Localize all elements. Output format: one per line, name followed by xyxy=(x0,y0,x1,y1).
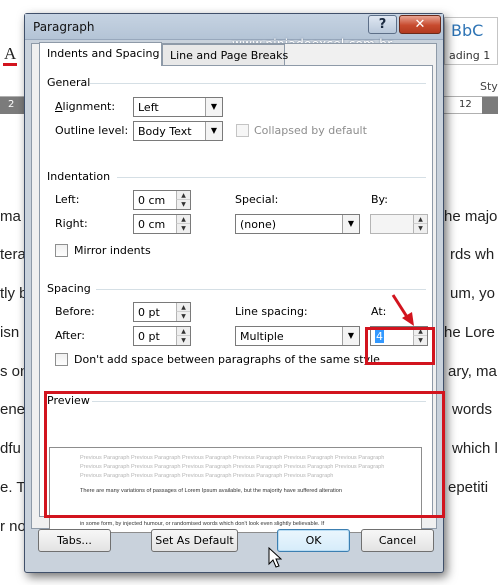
cancel-button[interactable]: Cancel xyxy=(361,529,434,552)
before-value: 0 pt xyxy=(138,306,160,319)
by-label: By: xyxy=(371,193,388,206)
style-name: ading 1 xyxy=(449,49,491,62)
spin-down-icon[interactable]: ▼ xyxy=(176,312,190,321)
collapsed-checkbox[interactable] xyxy=(236,124,249,137)
spin-down-icon[interactable]: ▼ xyxy=(176,200,190,209)
spin-down-icon[interactable]: ▼ xyxy=(176,336,190,345)
spin-up-icon[interactable]: ▲ xyxy=(176,215,190,224)
mouse-cursor-icon xyxy=(268,547,282,568)
chevron-down-icon[interactable]: ▼ xyxy=(205,98,222,116)
outline-level-dropdown[interactable]: Body Text ▼ xyxy=(133,121,223,141)
line-spacing-label: Line spacing: xyxy=(235,305,308,318)
before-stepper[interactable]: 0 pt ▲ ▼ xyxy=(133,302,191,322)
spin-up-icon[interactable]: ▲ xyxy=(176,327,190,336)
left-indent-value: 0 cm xyxy=(138,194,166,207)
style-sample: BbC xyxy=(451,21,484,40)
dont-add-space-checkbox[interactable] xyxy=(55,353,68,366)
doc-fragment: which l xyxy=(452,440,498,457)
indentation-separator xyxy=(117,177,426,178)
help-button[interactable]: ? xyxy=(368,15,397,34)
tabs-button[interactable]: Tabs... xyxy=(38,529,111,552)
doc-fragment: he majo xyxy=(444,208,498,225)
collapsed-label: Collapsed by default xyxy=(254,124,367,137)
spin-up-icon[interactable]: ▲ xyxy=(413,215,427,224)
spacing-section-label: Spacing xyxy=(47,282,91,295)
highlight-at-box xyxy=(365,327,435,365)
alignment-value: Left xyxy=(138,101,159,114)
styles-group-label: Styl xyxy=(480,80,498,93)
spin-up-icon[interactable]: ▲ xyxy=(176,303,190,312)
left-indent-stepper[interactable]: 0 cm ▲ ▼ xyxy=(133,190,191,210)
dialog-title: Paragraph xyxy=(33,20,95,34)
mirror-indents-label: Mirror indents xyxy=(74,244,151,257)
general-section-label: General xyxy=(47,76,91,89)
at-label: At: xyxy=(371,305,387,318)
doc-fragment: ma xyxy=(0,208,21,225)
cursor-shape xyxy=(268,547,282,568)
general-separator xyxy=(90,83,426,84)
chevron-down-icon[interactable]: ▼ xyxy=(205,122,222,140)
right-indent-label: Right: xyxy=(55,217,88,230)
close-button[interactable]: ✕ xyxy=(399,15,441,34)
after-value: 0 pt xyxy=(138,330,160,343)
doc-fragment: r no xyxy=(0,518,26,535)
alignment-dropdown[interactable]: Left ▼ xyxy=(133,97,223,117)
doc-fragment: ary, ma xyxy=(448,363,497,380)
by-stepper[interactable]: ▲ ▼ xyxy=(370,214,428,234)
doc-fragment: words xyxy=(452,401,493,418)
doc-fragment: epetiti xyxy=(448,479,489,496)
doc-fragment: um, yo xyxy=(450,285,496,302)
doc-fragment: he Lore xyxy=(444,324,495,341)
ruler-number-left: 2 xyxy=(8,99,15,110)
indentation-section-label: Indentation xyxy=(47,170,111,183)
alignment-label: Alignment: xyxy=(55,100,116,113)
set-as-default-button[interactable]: Set As Default xyxy=(151,529,238,552)
left-indent-label: Left: xyxy=(55,193,80,206)
mirror-indents-checkbox[interactable] xyxy=(55,244,68,257)
ok-button[interactable]: OK xyxy=(277,529,350,552)
preview-sample-line: in some form, by injected humour, or ran… xyxy=(80,521,325,527)
outline-level-value: Body Text xyxy=(138,125,192,138)
dont-add-space-label: Don't add space between paragraphs of th… xyxy=(74,353,380,366)
after-label: After: xyxy=(55,329,85,342)
spin-up-icon[interactable]: ▲ xyxy=(176,191,190,200)
spacing-separator xyxy=(96,289,426,290)
line-spacing-dropdown[interactable]: Multiple ▼ xyxy=(235,326,360,346)
outline-level-label: Outline level: xyxy=(55,124,129,137)
spin-down-icon[interactable]: ▼ xyxy=(413,224,427,233)
line-spacing-value: Multiple xyxy=(240,330,284,343)
special-label: Special: xyxy=(235,193,279,206)
doc-fragment: e. T xyxy=(0,479,26,496)
special-value: (none) xyxy=(240,218,277,231)
doc-fragment: dfu xyxy=(0,440,21,457)
ruler-margin-right xyxy=(482,97,498,114)
right-indent-value: 0 cm xyxy=(138,218,166,231)
highlight-arrow-icon xyxy=(391,294,414,326)
font-color-bar xyxy=(3,63,17,66)
chevron-down-icon[interactable]: ▼ xyxy=(342,215,359,233)
after-stepper[interactable]: 0 pt ▲ ▼ xyxy=(133,326,191,346)
font-color-letter[interactable]: A xyxy=(4,44,16,64)
doc-fragment: isn xyxy=(0,324,20,341)
special-dropdown[interactable]: (none) ▼ xyxy=(235,214,360,234)
ruler-number-right: 12 xyxy=(459,99,472,110)
spin-down-icon[interactable]: ▼ xyxy=(176,224,190,233)
doc-fragment: ene xyxy=(0,401,26,418)
style-heading1-box[interactable]: BbC ading 1 xyxy=(444,17,498,65)
chevron-down-icon[interactable]: ▼ xyxy=(342,327,359,345)
doc-fragment: tera xyxy=(0,246,26,263)
doc-fragment: rds wh xyxy=(450,246,495,263)
highlight-preview-box xyxy=(44,391,445,518)
tab-indents-and-spacing[interactable]: Indents and Spacing xyxy=(39,42,162,66)
tab-line-and-page-breaks[interactable]: Line and Page Breaks xyxy=(162,44,288,66)
before-label: Before: xyxy=(55,305,95,318)
right-indent-stepper[interactable]: 0 cm ▲ ▼ xyxy=(133,214,191,234)
